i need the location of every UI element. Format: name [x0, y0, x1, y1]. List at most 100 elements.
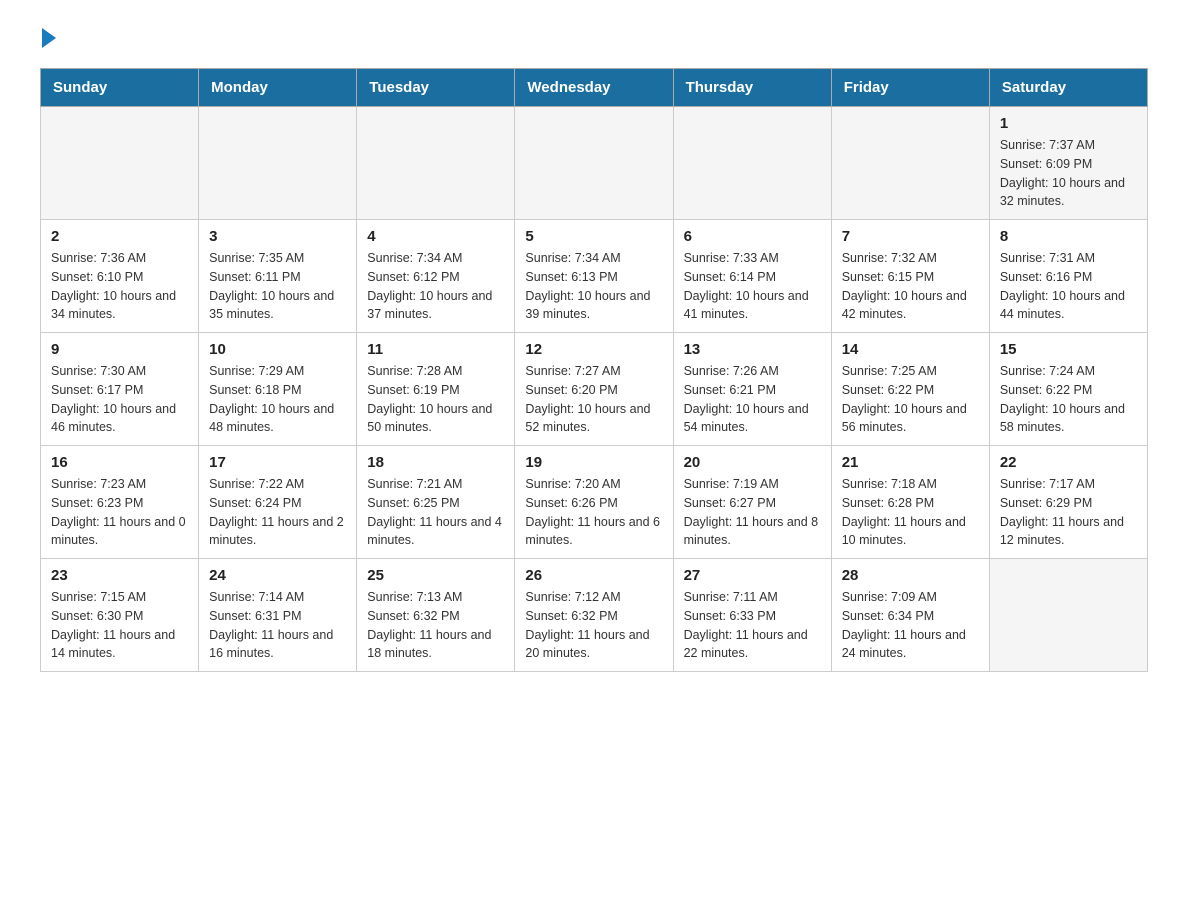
calendar-cell: 20 Sunrise: 7:19 AMSunset: 6:27 PMDayligh…: [673, 446, 831, 559]
calendar-cell: 25 Sunrise: 7:13 AMSunset: 6:32 PMDayligh…: [357, 559, 515, 672]
day-info: Sunrise: 7:23 AMSunset: 6:23 PMDaylight:…: [51, 475, 188, 550]
calendar-cell: 13 Sunrise: 7:26 AMSunset: 6:21 PMDayligh…: [673, 333, 831, 446]
calendar-header-row: SundayMondayTuesdayWednesdayThursdayFrid…: [41, 69, 1148, 107]
day-info: Sunrise: 7:24 AMSunset: 6:22 PMDaylight:…: [1000, 362, 1137, 437]
day-info: Sunrise: 7:28 AMSunset: 6:19 PMDaylight:…: [367, 362, 504, 437]
calendar-header-wednesday: Wednesday: [515, 69, 673, 107]
day-info: Sunrise: 7:20 AMSunset: 6:26 PMDaylight:…: [525, 475, 662, 550]
day-info: Sunrise: 7:21 AMSunset: 6:25 PMDaylight:…: [367, 475, 504, 550]
calendar-cell: 26Sunrise: 7:12 AMSunset: 6:32 PMDayligh…: [515, 559, 673, 672]
calendar-cell: [199, 107, 357, 220]
calendar-cell: 1 Sunrise: 7:37 AMSunset: 6:09 PMDaylight…: [989, 107, 1147, 220]
calendar-cell: [831, 107, 989, 220]
calendar-header-sunday: Sunday: [41, 69, 199, 107]
calendar-week-5: 23 Sunrise: 7:15 AMSunset: 6:30 PMDayligh…: [41, 559, 1148, 672]
day-number: 20: [684, 454, 821, 471]
day-number: 25: [367, 567, 504, 584]
day-number: 13: [684, 341, 821, 358]
calendar-week-4: 16 Sunrise: 7:23 AMSunset: 6:23 PMDayligh…: [41, 446, 1148, 559]
day-info: Sunrise: 7:34 AMSunset: 6:13 PMDaylight:…: [525, 249, 662, 324]
calendar-cell: 17 Sunrise: 7:22 AMSunset: 6:24 PMDayligh…: [199, 446, 357, 559]
calendar-header-thursday: Thursday: [673, 69, 831, 107]
calendar-cell: 27 Sunrise: 7:11 AMSunset: 6:33 PMDayligh…: [673, 559, 831, 672]
calendar-cell: 9 Sunrise: 7:30 AMSunset: 6:17 PMDaylight…: [41, 333, 199, 446]
day-number: 12: [525, 341, 662, 358]
calendar-cell: 11 Sunrise: 7:28 AMSunset: 6:19 PMDayligh…: [357, 333, 515, 446]
day-number: 11: [367, 341, 504, 358]
day-info: Sunrise: 7:35 AMSunset: 6:11 PMDaylight:…: [209, 249, 346, 324]
calendar-cell: 22 Sunrise: 7:17 AMSunset: 6:29 PMDayligh…: [989, 446, 1147, 559]
day-number: 15: [1000, 341, 1137, 358]
calendar-cell: 19 Sunrise: 7:20 AMSunset: 6:26 PMDayligh…: [515, 446, 673, 559]
day-number: 27: [684, 567, 821, 584]
calendar-cell: 16 Sunrise: 7:23 AMSunset: 6:23 PMDayligh…: [41, 446, 199, 559]
calendar-header-friday: Friday: [831, 69, 989, 107]
day-info: Sunrise: 7:29 AMSunset: 6:18 PMDaylight:…: [209, 362, 346, 437]
day-info: Sunrise: 7:36 AMSunset: 6:10 PMDaylight:…: [51, 249, 188, 324]
day-number: 16: [51, 454, 188, 471]
day-info: Sunrise: 7:31 AMSunset: 6:16 PMDaylight:…: [1000, 249, 1137, 324]
day-number: 18: [367, 454, 504, 471]
day-number: 4: [367, 228, 504, 245]
calendar-cell: 3 Sunrise: 7:35 AMSunset: 6:11 PMDaylight…: [199, 220, 357, 333]
day-number: 6: [684, 228, 821, 245]
day-info: Sunrise: 7:27 AMSunset: 6:20 PMDaylight:…: [525, 362, 662, 437]
day-info: Sunrise: 7:30 AMSunset: 6:17 PMDaylight:…: [51, 362, 188, 437]
calendar-cell: [357, 107, 515, 220]
day-number: 24: [209, 567, 346, 584]
day-info: Sunrise: 7:09 AMSunset: 6:34 PMDaylight:…: [842, 588, 979, 663]
day-number: 28: [842, 567, 979, 584]
calendar-cell: 10 Sunrise: 7:29 AMSunset: 6:18 PMDayligh…: [199, 333, 357, 446]
calendar-cell: 21 Sunrise: 7:18 AMSunset: 6:28 PMDayligh…: [831, 446, 989, 559]
calendar-header-saturday: Saturday: [989, 69, 1147, 107]
day-info: Sunrise: 7:13 AMSunset: 6:32 PMDaylight:…: [367, 588, 504, 663]
day-number: 5: [525, 228, 662, 245]
calendar-cell: [515, 107, 673, 220]
day-info: Sunrise: 7:18 AMSunset: 6:28 PMDaylight:…: [842, 475, 979, 550]
calendar-cell: 15 Sunrise: 7:24 AMSunset: 6:22 PMDayligh…: [989, 333, 1147, 446]
calendar-cell: 5 Sunrise: 7:34 AMSunset: 6:13 PMDaylight…: [515, 220, 673, 333]
calendar-cell: 2 Sunrise: 7:36 AMSunset: 6:10 PMDaylight…: [41, 220, 199, 333]
day-number: 1: [1000, 115, 1137, 132]
day-info: Sunrise: 7:34 AMSunset: 6:12 PMDaylight:…: [367, 249, 504, 324]
day-number: 26: [525, 567, 662, 584]
day-number: 14: [842, 341, 979, 358]
day-info: Sunrise: 7:17 AMSunset: 6:29 PMDaylight:…: [1000, 475, 1137, 550]
day-info: Sunrise: 7:26 AMSunset: 6:21 PMDaylight:…: [684, 362, 821, 437]
calendar-cell: 4 Sunrise: 7:34 AMSunset: 6:12 PMDaylight…: [357, 220, 515, 333]
calendar-cell: [989, 559, 1147, 672]
day-number: 19: [525, 454, 662, 471]
day-info: Sunrise: 7:22 AMSunset: 6:24 PMDaylight:…: [209, 475, 346, 550]
calendar-week-1: 1 Sunrise: 7:37 AMSunset: 6:09 PMDaylight…: [41, 107, 1148, 220]
page-header: [40, 30, 1148, 48]
day-info: Sunrise: 7:19 AMSunset: 6:27 PMDaylight:…: [684, 475, 821, 550]
day-info: Sunrise: 7:32 AMSunset: 6:15 PMDaylight:…: [842, 249, 979, 324]
logo-triangle-icon: [42, 28, 56, 48]
day-info: Sunrise: 7:14 AMSunset: 6:31 PMDaylight:…: [209, 588, 346, 663]
day-number: 17: [209, 454, 346, 471]
day-number: 2: [51, 228, 188, 245]
calendar-cell: 14 Sunrise: 7:25 AMSunset: 6:22 PMDayligh…: [831, 333, 989, 446]
day-number: 23: [51, 567, 188, 584]
calendar-week-2: 2 Sunrise: 7:36 AMSunset: 6:10 PMDaylight…: [41, 220, 1148, 333]
calendar-cell: 24 Sunrise: 7:14 AMSunset: 6:31 PMDayligh…: [199, 559, 357, 672]
day-number: 3: [209, 228, 346, 245]
calendar-cell: 6 Sunrise: 7:33 AMSunset: 6:14 PMDaylight…: [673, 220, 831, 333]
day-info: Sunrise: 7:11 AMSunset: 6:33 PMDaylight:…: [684, 588, 821, 663]
day-info: Sunrise: 7:37 AMSunset: 6:09 PMDaylight:…: [1000, 136, 1137, 211]
calendar-table: SundayMondayTuesdayWednesdayThursdayFrid…: [40, 68, 1148, 672]
day-number: 10: [209, 341, 346, 358]
calendar-cell: [673, 107, 831, 220]
calendar-week-3: 9 Sunrise: 7:30 AMSunset: 6:17 PMDaylight…: [41, 333, 1148, 446]
day-number: 21: [842, 454, 979, 471]
day-info: Sunrise: 7:25 AMSunset: 6:22 PMDaylight:…: [842, 362, 979, 437]
calendar-cell: 8 Sunrise: 7:31 AMSunset: 6:16 PMDaylight…: [989, 220, 1147, 333]
day-info: Sunrise: 7:33 AMSunset: 6:14 PMDaylight:…: [684, 249, 821, 324]
day-info: Sunrise: 7:15 AMSunset: 6:30 PMDaylight:…: [51, 588, 188, 663]
calendar-cell: 7Sunrise: 7:32 AMSunset: 6:15 PMDaylight…: [831, 220, 989, 333]
calendar-cell: 23 Sunrise: 7:15 AMSunset: 6:30 PMDayligh…: [41, 559, 199, 672]
day-number: 8: [1000, 228, 1137, 245]
calendar-cell: 28 Sunrise: 7:09 AMSunset: 6:34 PMDayligh…: [831, 559, 989, 672]
day-number: 22: [1000, 454, 1137, 471]
day-number: 9: [51, 341, 188, 358]
